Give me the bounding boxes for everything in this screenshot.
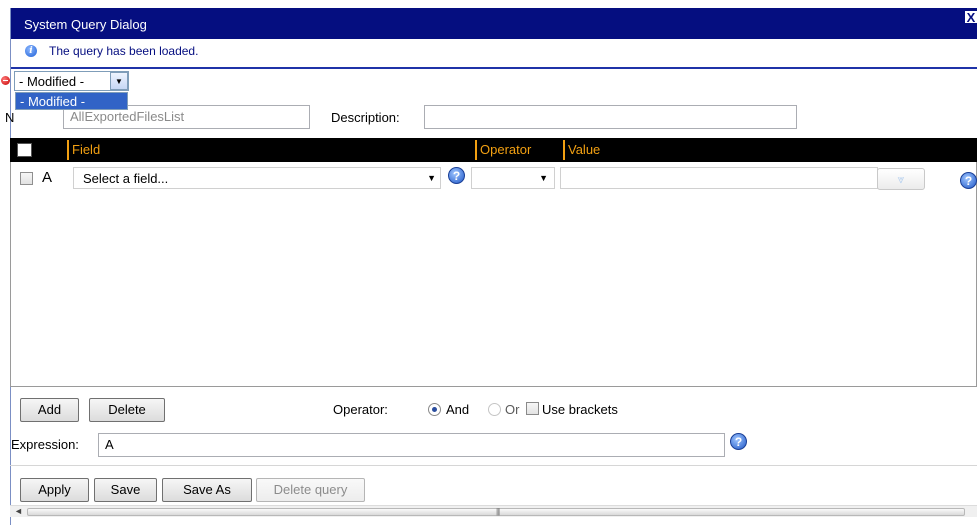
chevron-down-icon: ▼	[539, 173, 548, 183]
operator-select[interactable]: ▼	[471, 167, 555, 189]
horizontal-scrollbar[interactable]: ◄ |||	[10, 505, 977, 517]
select-all-checkbox[interactable]	[17, 143, 32, 157]
expression-label: Expression:	[11, 437, 79, 452]
or-radio[interactable]	[488, 403, 501, 416]
operator-label: Operator:	[333, 402, 388, 417]
criteria-grid-body: A Select a field... ▼ ? ▼ ⩔ ?	[10, 162, 977, 387]
footer-divider	[10, 465, 977, 466]
column-divider	[67, 140, 69, 160]
scrollbar-thumb[interactable]: |||	[27, 507, 965, 516]
field-select-value: Select a field...	[83, 171, 169, 186]
and-radio[interactable]	[428, 403, 441, 416]
save-button[interactable]: Save	[94, 478, 157, 502]
column-header-value: Value	[568, 142, 601, 157]
name-label: N	[5, 110, 15, 125]
apply-button[interactable]: Apply	[20, 478, 89, 502]
value-input[interactable]	[560, 167, 878, 189]
column-header-operator: Operator	[480, 142, 532, 157]
dialog-title: System Query Dialog	[24, 17, 147, 32]
expression-input[interactable]: A	[98, 433, 725, 457]
query-status-option[interactable]: - Modified -	[15, 92, 128, 110]
info-icon: i	[25, 45, 37, 57]
expression-help-icon[interactable]: ?	[730, 433, 747, 450]
value-help-icon[interactable]: ?	[960, 172, 977, 189]
use-brackets-checkbox[interactable]	[526, 402, 539, 415]
query-status-value: - Modified -	[19, 74, 85, 89]
scroll-grip-icon: |||	[496, 507, 500, 516]
query-status-select[interactable]: - Modified - ▼	[14, 71, 129, 91]
add-button[interactable]: Add	[20, 398, 79, 422]
close-icon[interactable]: X	[964, 10, 977, 24]
value-picker-button[interactable]: ⩔	[877, 168, 925, 190]
column-divider	[475, 140, 477, 160]
column-divider	[563, 140, 565, 160]
or-label: Or	[505, 402, 520, 417]
use-brackets-label: Use brackets	[542, 402, 618, 417]
scroll-left-icon[interactable]: ◄	[14, 506, 23, 516]
delete-button[interactable]: Delete	[89, 398, 165, 422]
info-message: The query has been loaded.	[49, 44, 199, 58]
field-help-icon[interactable]: ?	[448, 167, 465, 184]
description-input[interactable]	[424, 105, 797, 129]
chevron-down-icon: ▼	[427, 173, 436, 183]
save-as-button[interactable]: Save As	[162, 478, 252, 502]
info-bar: i The query has been loaded.	[11, 39, 977, 69]
row-checkbox[interactable]	[20, 172, 33, 185]
field-select[interactable]: Select a field... ▼	[73, 167, 441, 189]
description-label: Description:	[331, 110, 400, 125]
criteria-grid-header: Field Operator Value	[10, 138, 977, 162]
delete-query-button: Delete query	[256, 478, 365, 502]
double-chevron-down-icon: ⩔	[897, 172, 905, 186]
column-header-field: Field	[72, 142, 101, 157]
row-letter: A	[42, 169, 53, 186]
dialog-titlebar: System Query Dialog X	[11, 8, 977, 39]
modified-indicator-icon	[1, 76, 10, 85]
chevron-down-icon[interactable]: ▼	[110, 72, 128, 90]
and-label: And	[446, 402, 470, 417]
